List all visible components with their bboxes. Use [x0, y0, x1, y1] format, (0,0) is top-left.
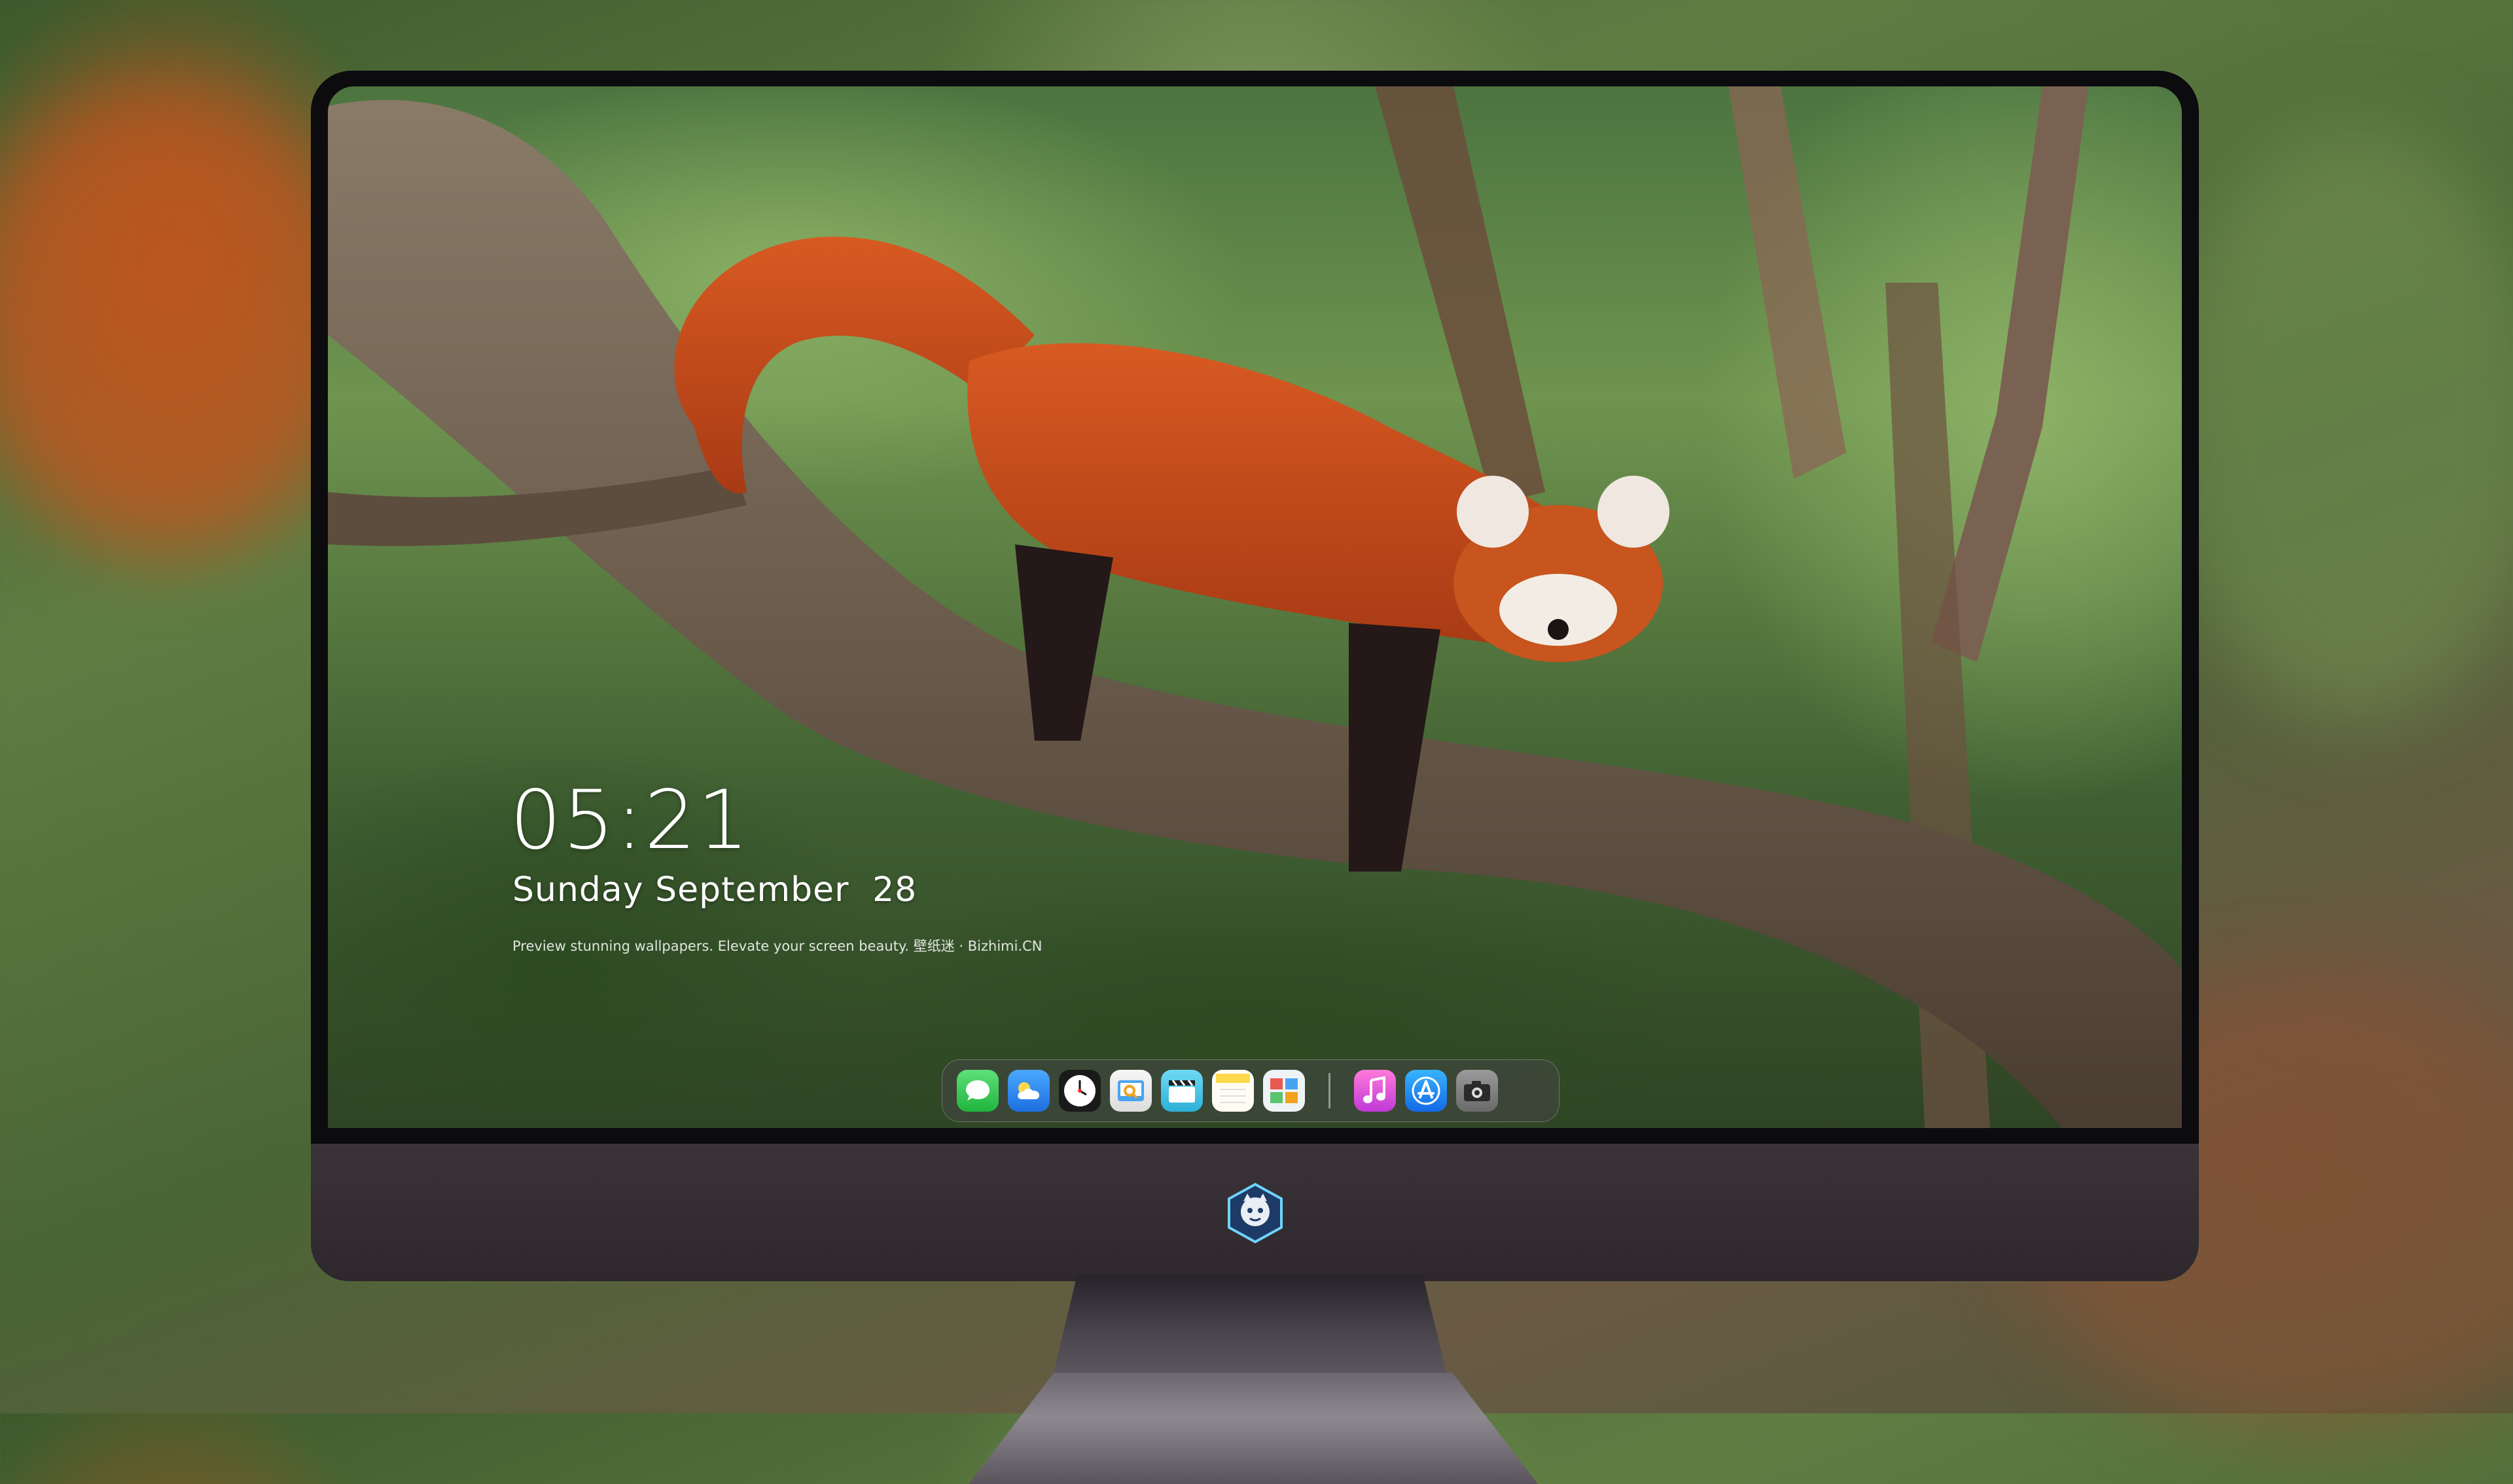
app-store-icon[interactable]: [1405, 1070, 1447, 1112]
date-weekday: Sunday: [512, 870, 644, 910]
dock-separator: [1328, 1073, 1330, 1108]
dock: [942, 1059, 1559, 1122]
notes-icon[interactable]: [1212, 1070, 1254, 1112]
monitor-chin: [311, 1144, 2199, 1281]
background-blur-foliage: [2160, 131, 2513, 720]
lock-screen: 05:21 Sunday September 28 Preview stunni…: [328, 86, 2182, 1128]
music-icon[interactable]: [1354, 1070, 1396, 1112]
monitor-stand-foot: [969, 1373, 1538, 1484]
preview-icon[interactable]: [1110, 1070, 1152, 1112]
lockscreen-tagline: Preview stunning wallpapers. Elevate you…: [512, 938, 1043, 954]
wallpaper: [328, 86, 2182, 1128]
red-panda-ear: [1457, 476, 1529, 548]
lockscreen-time: 05:21: [510, 773, 751, 868]
clapperboard-icon[interactable]: [1161, 1070, 1203, 1112]
red-panda-nose: [1548, 619, 1569, 640]
monitor-stand-neck: [1054, 1275, 1446, 1373]
date-month: September: [655, 870, 849, 910]
messages-icon[interactable]: [957, 1070, 999, 1112]
camera-icon[interactable]: [1456, 1070, 1498, 1112]
lockscreen-date: Sunday September 28: [512, 870, 917, 910]
monitor: 05:21 Sunday September 28 Preview stunni…: [311, 71, 2199, 1484]
photo-booth-icon[interactable]: [1263, 1070, 1305, 1112]
brand-logo: [1228, 1182, 1283, 1244]
weather-icon[interactable]: [1008, 1070, 1050, 1112]
red-panda-ear: [1597, 476, 1669, 548]
date-day: 28: [872, 870, 918, 910]
clock-icon[interactable]: [1059, 1070, 1101, 1112]
